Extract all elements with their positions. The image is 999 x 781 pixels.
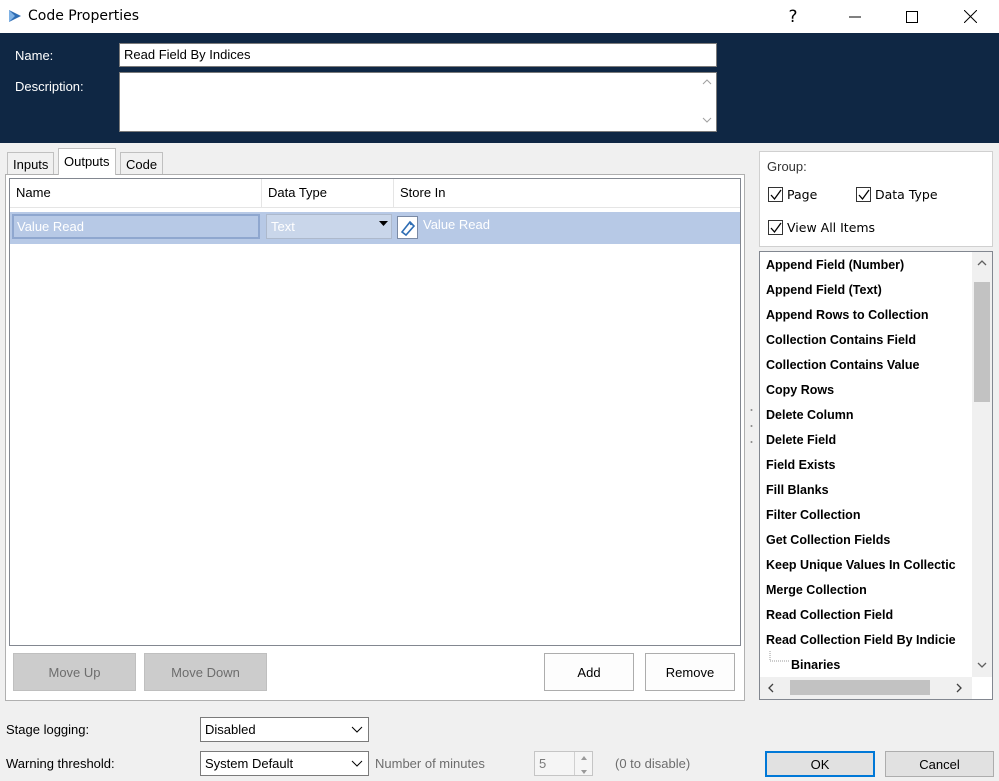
title-bar: Code Properties ? [0, 0, 999, 33]
name-label: Name: [15, 48, 54, 63]
minutes-stepper[interactable]: 5 [534, 751, 593, 776]
warning-threshold-label: Warning threshold: [6, 756, 115, 771]
remove-button[interactable]: Remove [645, 653, 735, 691]
data-type-value: Text [271, 219, 295, 234]
column-header-name[interactable]: Name [10, 179, 262, 208]
list-horizontal-scrollbar[interactable] [760, 677, 972, 699]
list-item[interactable]: Collection Contains Field [766, 333, 916, 347]
stage-logging-value: Disabled [205, 722, 256, 737]
output-store-in-cell[interactable]: Value Read [423, 217, 490, 232]
group-page-label: Page [787, 187, 818, 202]
chevron-down-icon [351, 726, 363, 733]
list-item[interactable]: Delete Column [766, 408, 854, 422]
close-icon [963, 10, 977, 23]
help-button[interactable]: ? [770, 0, 816, 33]
scroll-right-icon [956, 683, 962, 693]
description-label: Description: [15, 79, 84, 94]
list-item[interactable]: Read Collection Field [766, 608, 893, 622]
description-scrollbar[interactable] [698, 73, 716, 131]
tree-connector-icon [769, 651, 789, 662]
action-list: Append Field (Number) Append Field (Text… [759, 251, 993, 700]
outputs-grid: Name Data Type Store In Value Read Text … [9, 178, 741, 646]
output-name-cell[interactable]: Value Read [12, 214, 260, 239]
column-header-data-type[interactable]: Data Type [262, 179, 394, 208]
checkbox-checked-icon [768, 220, 783, 235]
scroll-left-icon [768, 683, 774, 693]
stage-logging-select[interactable]: Disabled [200, 717, 369, 742]
minutes-value: 5 [539, 756, 547, 771]
action-list-items: Append Field (Number) Append Field (Text… [760, 252, 972, 677]
list-item[interactable]: Get Collection Fields [766, 533, 890, 547]
list-item[interactable]: Fill Blanks [766, 483, 829, 497]
list-item[interactable]: Field Exists [766, 458, 835, 472]
name-input[interactable]: Read Field By Indices [119, 43, 717, 67]
group-page-checkbox[interactable]: Page [768, 187, 817, 202]
scroll-up-icon [702, 79, 712, 85]
maximize-button[interactable] [889, 0, 935, 33]
add-button[interactable]: Add [544, 653, 634, 691]
tab-outputs[interactable]: Outputs [58, 148, 116, 175]
maximize-icon [906, 10, 918, 23]
app-icon [9, 10, 21, 22]
list-item[interactable]: Merge Collection [766, 583, 867, 597]
cancel-button[interactable]: Cancel [885, 751, 994, 777]
warning-threshold-value: System Default [205, 756, 294, 771]
window-title: Code Properties [28, 8, 140, 24]
list-item[interactable]: Append Rows to Collection [766, 308, 929, 322]
output-data-type-select[interactable]: Text [266, 214, 392, 239]
list-item[interactable]: Filter Collection [766, 508, 860, 522]
tab-inputs[interactable]: Inputs [7, 152, 55, 174]
ok-button[interactable]: OK [765, 751, 875, 777]
dropdown-arrow-icon [379, 221, 388, 226]
scroll-thumb[interactable] [974, 282, 990, 402]
description-input[interactable] [119, 72, 717, 132]
group-data-type-label: Data Type [875, 187, 938, 202]
scroll-up-icon [977, 260, 987, 266]
close-button[interactable] [947, 0, 993, 33]
checkbox-checked-icon [856, 187, 871, 202]
warning-threshold-select[interactable]: System Default [200, 751, 369, 776]
checkbox-checked-icon [768, 187, 783, 202]
move-down-button[interactable]: Move Down [144, 653, 267, 691]
data-item-icon[interactable] [397, 216, 418, 239]
zero-to-disable-label: (0 to disable) [615, 756, 691, 771]
stepper-up-icon [580, 756, 587, 760]
table-row[interactable]: Value Read Text Value Read [10, 212, 740, 244]
list-item-child[interactable]: Binaries [791, 658, 840, 672]
list-item[interactable]: Keep Unique Values In Collectic [766, 558, 956, 572]
scroll-down-icon [977, 662, 987, 668]
list-item[interactable]: Append Field (Text) [766, 283, 882, 297]
number-of-minutes-label: Number of minutes [375, 756, 485, 771]
list-item[interactable]: Collection Contains Value [766, 358, 920, 372]
list-item[interactable]: Copy Rows [766, 383, 834, 397]
tab-code[interactable]: Code [120, 152, 164, 174]
list-vertical-scrollbar[interactable] [972, 252, 992, 677]
group-options: Group: Page Data Type View All Items [759, 151, 993, 247]
list-item[interactable]: Append Field (Number) [766, 258, 904, 272]
group-label: Group: [767, 159, 807, 174]
splitter-grip[interactable] [750, 408, 753, 446]
stepper-down-icon [580, 770, 587, 774]
list-item[interactable]: Read Collection Field By Indicie [766, 633, 956, 647]
view-all-items-checkbox[interactable]: View All Items [768, 220, 875, 235]
scroll-thumb[interactable] [790, 680, 930, 695]
minimize-icon [849, 16, 861, 17]
move-up-button[interactable]: Move Up [13, 653, 136, 691]
list-item[interactable]: Delete Field [766, 433, 836, 447]
group-data-type-checkbox[interactable]: Data Type [856, 187, 938, 202]
scroll-down-icon [702, 117, 712, 123]
minimize-button[interactable] [832, 0, 878, 33]
view-all-items-label: View All Items [787, 220, 876, 235]
column-header-store-in[interactable]: Store In [394, 179, 740, 208]
stage-logging-label: Stage logging: [6, 722, 90, 737]
stepper-buttons[interactable] [574, 752, 592, 775]
chevron-down-icon [351, 760, 363, 767]
